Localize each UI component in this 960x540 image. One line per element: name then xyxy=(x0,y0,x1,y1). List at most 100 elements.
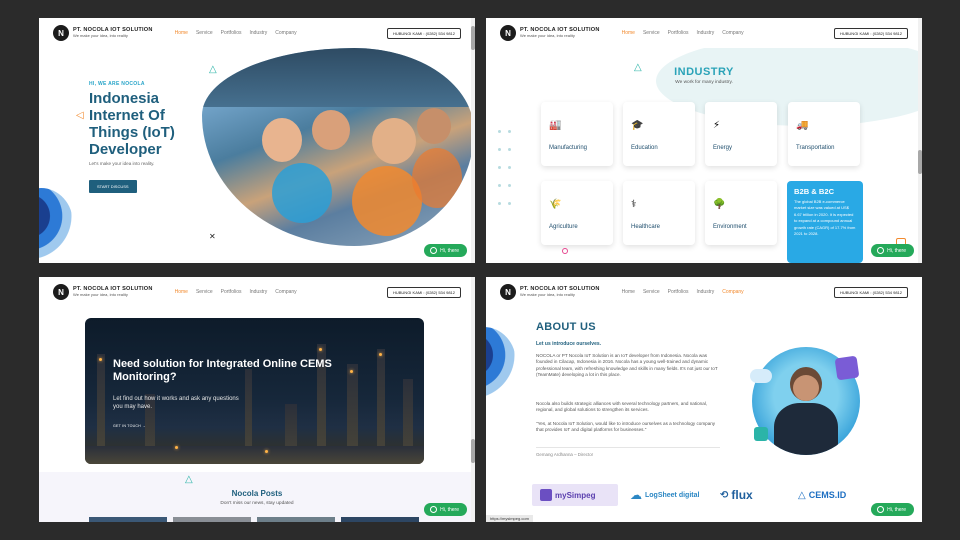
factory-icon: 🏭 xyxy=(549,120,562,131)
industry-card-manufacturing[interactable]: 🏭 Manufacturing xyxy=(541,102,613,166)
industry-card-healthcare[interactable]: ⚕ Healthcare xyxy=(623,181,695,245)
posts-subtitle: Don't miss our news, stay updated xyxy=(220,501,294,506)
energy-icon: ⚡ xyxy=(713,120,721,131)
industry-card-agriculture[interactable]: 🌾 Agriculture xyxy=(541,181,613,245)
industry-card-energy[interactable]: ⚡ Energy xyxy=(705,102,777,166)
nav-portfolios[interactable]: Portfolios xyxy=(221,289,242,295)
nav-portfolios[interactable]: Portfolios xyxy=(668,30,689,36)
nav-service[interactable]: Service xyxy=(643,30,660,36)
logo-mark-icon: N xyxy=(500,284,516,300)
post-thumbnail[interactable] xyxy=(341,517,419,522)
b2b-card[interactable]: B2B & B2C The global B2B e-commerce mark… xyxy=(787,181,863,263)
nav-industry[interactable]: Industry xyxy=(696,289,714,295)
sensor-icon xyxy=(754,427,768,441)
posts-title: Nocola Posts xyxy=(231,489,283,498)
navbar: N PT. NOCOLA IOT SOLUTION We make your i… xyxy=(486,18,922,48)
contact-button[interactable]: HUBUNGI KAMI : (0282) 534 9812 xyxy=(386,27,461,39)
nav-industry[interactable]: Industry xyxy=(249,289,267,295)
nav-industry[interactable]: Industry xyxy=(696,30,714,36)
cems-logo-icon: △ xyxy=(798,489,806,501)
contact-button[interactable]: HUBUNGI KAMI : (0282) 534 9812 xyxy=(833,286,908,298)
status-url: https://mysimpeg.com xyxy=(486,515,533,522)
nav-service[interactable]: Service xyxy=(196,30,213,36)
nav-menu: Home Service Portfolios Industry Company xyxy=(175,30,297,36)
scrollbar[interactable] xyxy=(471,277,475,522)
nav-portfolios[interactable]: Portfolios xyxy=(221,30,242,36)
nav-service[interactable]: Service xyxy=(196,289,213,295)
industry-screenshot: N PT. NOCOLA IOT SOLUTION We make your i… xyxy=(486,18,922,263)
nav-home[interactable]: Home xyxy=(175,289,188,295)
industry-card-label: Environment xyxy=(713,224,747,230)
hero-description: Let's make your idea into reality. xyxy=(89,161,155,166)
nav-service[interactable]: Service xyxy=(643,289,660,295)
whatsapp-icon xyxy=(430,506,438,513)
whatsapp-label: Hi, there xyxy=(887,506,906,513)
transport-icon: 🚚 xyxy=(796,120,809,131)
mysimpeg-logo-icon xyxy=(540,489,552,501)
logo[interactable]: N PT. NOCOLA IOT SOLUTION We make your i… xyxy=(500,25,600,41)
partner-label: flux xyxy=(731,488,753,502)
nav-home[interactable]: Home xyxy=(622,289,635,295)
logo[interactable]: N PT. NOCOLA IOT SOLUTION We make your i… xyxy=(53,25,153,41)
partner-cems-id[interactable]: △ CEMS.ID xyxy=(798,484,846,506)
nav-industry[interactable]: Industry xyxy=(249,30,267,36)
whatsapp-chat-button[interactable]: Hi, there xyxy=(871,503,914,516)
whatsapp-chat-button[interactable]: Hi, there xyxy=(424,503,467,516)
post-thumbnail[interactable] xyxy=(257,517,335,522)
b2b-body: The global B2B e-commerce market size wa… xyxy=(794,199,856,237)
partner-logsheet[interactable]: ☁ LogSheet digital xyxy=(630,484,699,506)
logo[interactable]: N PT. NOCOLA IOT SOLUTION We make your i… xyxy=(500,284,600,300)
logo-tagline: We make your idea, into reality xyxy=(73,292,128,298)
about-intro: Let us introduce ourselves. xyxy=(536,341,602,347)
whatsapp-chat-button[interactable]: Hi, there xyxy=(424,244,467,257)
post-thumbnail[interactable] xyxy=(173,517,251,522)
industry-card-label: Healthcare xyxy=(631,224,661,230)
scroll-thumb[interactable] xyxy=(918,150,922,174)
hero-title: Indonesia Internet Of Things (IoT) Devel… xyxy=(89,90,175,158)
nav-home[interactable]: Home xyxy=(622,30,635,36)
nav-company[interactable]: Company xyxy=(275,289,296,295)
nav-company[interactable]: Company xyxy=(275,30,296,36)
cloud-icon xyxy=(750,369,772,383)
chart-badge-icon xyxy=(834,355,860,381)
cems-screenshot: N PT. NOCOLA IOT SOLUTION We make your i… xyxy=(39,277,475,522)
scroll-thumb[interactable] xyxy=(471,26,475,50)
scroll-thumb[interactable] xyxy=(471,439,475,463)
nav-portfolios[interactable]: Portfolios xyxy=(668,289,689,295)
triangle-deco-icon: △ xyxy=(185,474,193,485)
post-thumbnail[interactable] xyxy=(89,517,167,522)
scrollbar[interactable] xyxy=(918,18,922,263)
whatsapp-chat-button[interactable]: Hi, there xyxy=(871,244,914,257)
about-signature: Gemang Ardhanna – Director xyxy=(536,452,594,457)
start-discuss-button[interactable]: START DISCUSS xyxy=(89,180,137,193)
contact-button[interactable]: HUBUNGI KAMI : (0282) 534 9812 xyxy=(833,27,908,39)
logo-mark-icon: N xyxy=(500,25,516,41)
education-icon: 🎓 xyxy=(631,120,644,131)
partner-flux[interactable]: ⟲ flux xyxy=(720,484,753,506)
nav-company[interactable]: Company xyxy=(722,289,743,295)
about-paragraph-2: Nocola also builds strategic alliances w… xyxy=(536,401,708,413)
industry-card-education[interactable]: 🎓 Education xyxy=(623,102,695,166)
whatsapp-icon xyxy=(877,506,885,513)
industry-card-environment[interactable]: 🌳 Environment xyxy=(705,181,777,245)
industry-card-label: Agriculture xyxy=(549,224,578,230)
scrollbar[interactable] xyxy=(471,18,475,263)
contact-button[interactable]: HUBUNGI KAMI : (0282) 534 9812 xyxy=(386,286,461,298)
environment-icon: 🌳 xyxy=(713,199,726,210)
nav-menu: Home Service Portfolios Industry Company xyxy=(175,289,297,295)
whatsapp-icon xyxy=(430,247,438,254)
healthcare-icon: ⚕ xyxy=(631,199,637,210)
nav-home[interactable]: Home xyxy=(175,30,188,36)
industry-card-transportation[interactable]: 🚚 Transportation xyxy=(788,102,860,166)
about-title: ABOUT US xyxy=(536,321,596,333)
nav-menu: Home Service Portfolios Industry Company xyxy=(622,30,744,36)
nav-company[interactable]: Company xyxy=(722,30,743,36)
flux-logo-icon: ⟲ xyxy=(720,489,729,501)
divider xyxy=(536,447,720,448)
get-in-touch-link[interactable]: GET IN TOUCH → xyxy=(113,424,146,428)
partner-label: mySimpeg xyxy=(555,490,596,500)
logo[interactable]: N PT. NOCOLA IOT SOLUTION We make your i… xyxy=(53,284,153,300)
hero-eyebrow: HI, WE ARE NOCOLA xyxy=(89,81,145,87)
whatsapp-label: Hi, there xyxy=(440,506,459,513)
partner-mysimpeg[interactable]: mySimpeg xyxy=(532,484,618,506)
